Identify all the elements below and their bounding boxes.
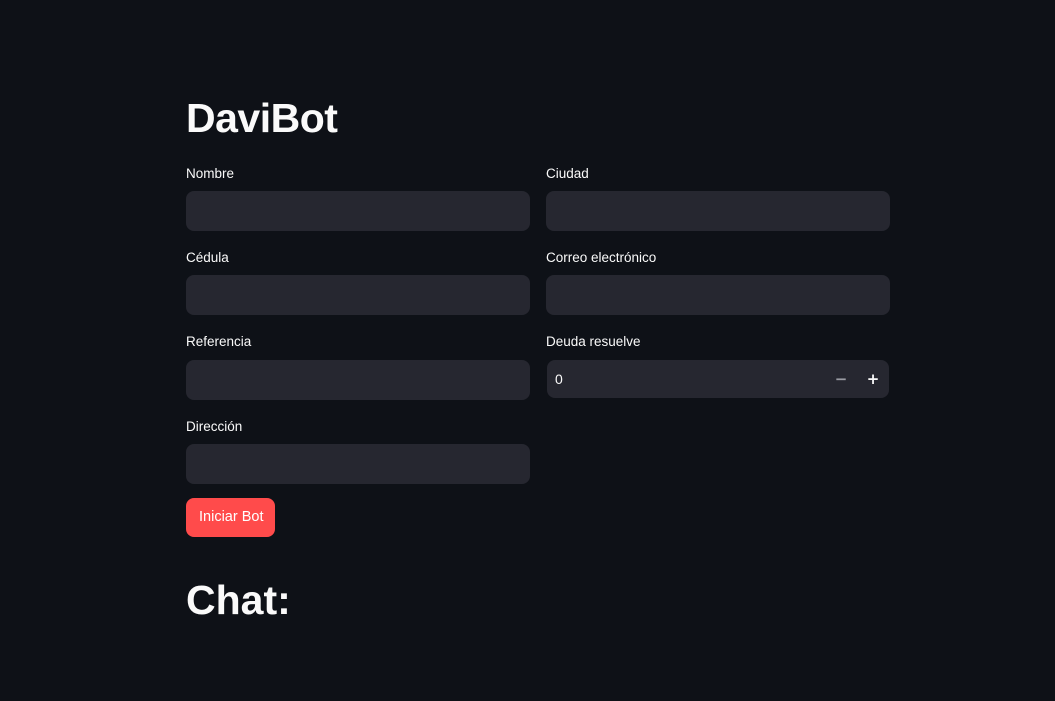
- increment-button[interactable]: +: [857, 360, 889, 398]
- referencia-field: Referencia: [186, 333, 530, 400]
- nombre-field: Nombre: [186, 165, 530, 231]
- direccion-label: Dirección: [186, 419, 243, 434]
- ciudad-input[interactable]: [546, 191, 890, 231]
- referencia-label: Referencia: [186, 334, 252, 349]
- nombre-label: Nombre: [186, 166, 235, 181]
- cedula-input[interactable]: [186, 275, 530, 315]
- deuda-label: Deuda resuelve: [546, 334, 641, 349]
- correo-label: Correo electrónico: [546, 250, 657, 265]
- deuda-field: Deuda resuelve − +: [546, 333, 890, 398]
- direccion-input[interactable]: [186, 444, 530, 484]
- iniciar-bot-button[interactable]: Iniciar Bot: [186, 498, 276, 537]
- nombre-input[interactable]: [186, 191, 530, 231]
- deuda-number-input: − +: [547, 360, 889, 398]
- correo-input[interactable]: [546, 275, 890, 315]
- cedula-label: Cédula: [186, 250, 229, 265]
- ciudad-label: Ciudad: [546, 166, 589, 181]
- ciudad-field: Ciudad: [546, 165, 890, 231]
- direccion-field: Dirección: [186, 418, 530, 484]
- chat-heading: Chat:: [186, 577, 291, 623]
- referencia-input[interactable]: [186, 360, 530, 400]
- app-page: DaviBot Nombre Ciudad Cédula Correo elec…: [0, 0, 1055, 701]
- cedula-field: Cédula: [186, 249, 530, 315]
- page-title: DaviBot: [186, 95, 338, 141]
- correo-field: Correo electrónico: [546, 249, 890, 315]
- decrement-button[interactable]: −: [825, 360, 857, 398]
- deuda-input[interactable]: [547, 361, 825, 397]
